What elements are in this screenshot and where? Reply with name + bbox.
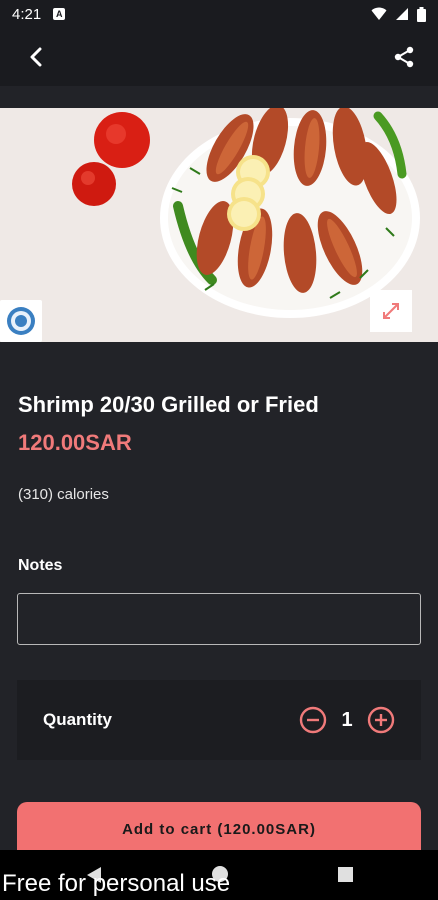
expand-image-button[interactable] xyxy=(370,290,412,332)
back-button[interactable] xyxy=(24,45,48,69)
wifi-icon xyxy=(371,7,387,20)
minus-circle-icon xyxy=(299,706,327,734)
quantity-value: 1 xyxy=(341,708,353,731)
notification-icon: A xyxy=(53,8,66,20)
quantity-card: Quantity 1 xyxy=(17,680,421,760)
decrease-quantity-button[interactable] xyxy=(299,706,327,734)
quantity-label: Quantity xyxy=(43,710,112,729)
spacer xyxy=(0,86,438,108)
status-time: 4:21 xyxy=(12,5,42,23)
notes-input[interactable] xyxy=(17,593,421,645)
increase-quantity-button[interactable] xyxy=(367,706,395,734)
recents-square-icon[interactable] xyxy=(338,867,353,882)
status-bar: 4:21 A xyxy=(0,0,438,28)
share-icon xyxy=(394,46,414,68)
battery-icon xyxy=(417,6,426,22)
share-button[interactable] xyxy=(392,45,416,69)
product-name: Shrimp 20/30 Grilled or Fried xyxy=(18,392,319,417)
quantity-stepper: 1 xyxy=(299,706,395,734)
plus-circle-icon xyxy=(367,706,395,734)
product-price: 120.00SAR xyxy=(18,430,132,455)
expand-icon xyxy=(383,303,399,319)
chevron-left-icon xyxy=(30,47,42,67)
signal-icon xyxy=(396,8,408,20)
status-icons xyxy=(371,6,426,22)
app-bar xyxy=(0,28,438,86)
logo-emblem-icon xyxy=(7,307,35,335)
product-image[interactable] xyxy=(0,108,438,342)
notes-label: Notes xyxy=(18,557,63,574)
restaurant-logo xyxy=(0,300,42,342)
watermark-text: Free for personal use xyxy=(2,870,231,897)
add-to-cart-button[interactable]: Add to cart (120.00SAR) xyxy=(17,802,421,856)
product-calories: (310) calories xyxy=(18,486,109,503)
